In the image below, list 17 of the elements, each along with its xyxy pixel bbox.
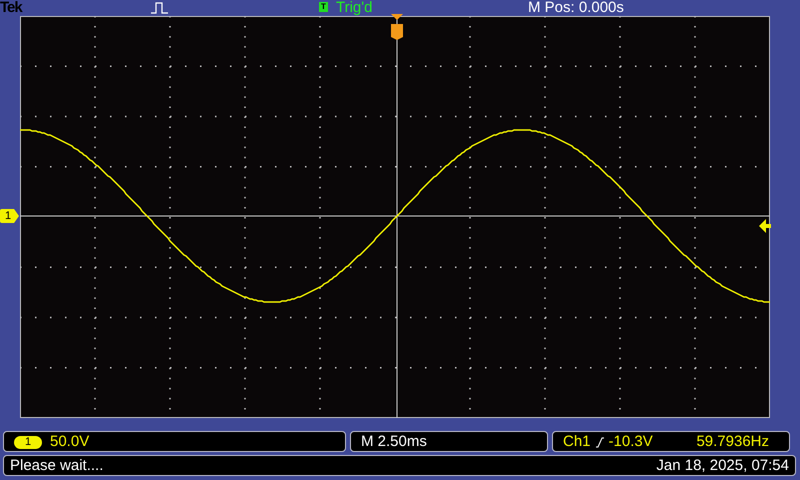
date-time: Jan 18, 2025, 07:54 <box>656 456 789 475</box>
frequency-readout: 59.7936Hz <box>696 432 769 451</box>
trigger-position-marker <box>390 14 404 40</box>
trigger-icon: T <box>319 2 328 12</box>
trigger-level: -10.3V <box>608 432 653 451</box>
status-message: Please wait.... <box>10 456 104 475</box>
timebase-readout: M 2.50ms <box>361 433 427 450</box>
rising-edge-icon <box>594 436 605 448</box>
trigger-source: Ch1 <box>563 432 591 451</box>
brand-logo: Tek <box>0 0 22 16</box>
volts-per-div: 50.0V <box>50 433 90 450</box>
trigger-status: Trig'd <box>336 0 372 16</box>
channel-badge: 1 <box>14 436 42 449</box>
channel-marker: 1 <box>0 209 19 223</box>
pulse-icon <box>151 2 168 14</box>
position-readout: M Pos: 0.000s <box>528 0 624 16</box>
trigger-level-arrow <box>759 219 771 233</box>
